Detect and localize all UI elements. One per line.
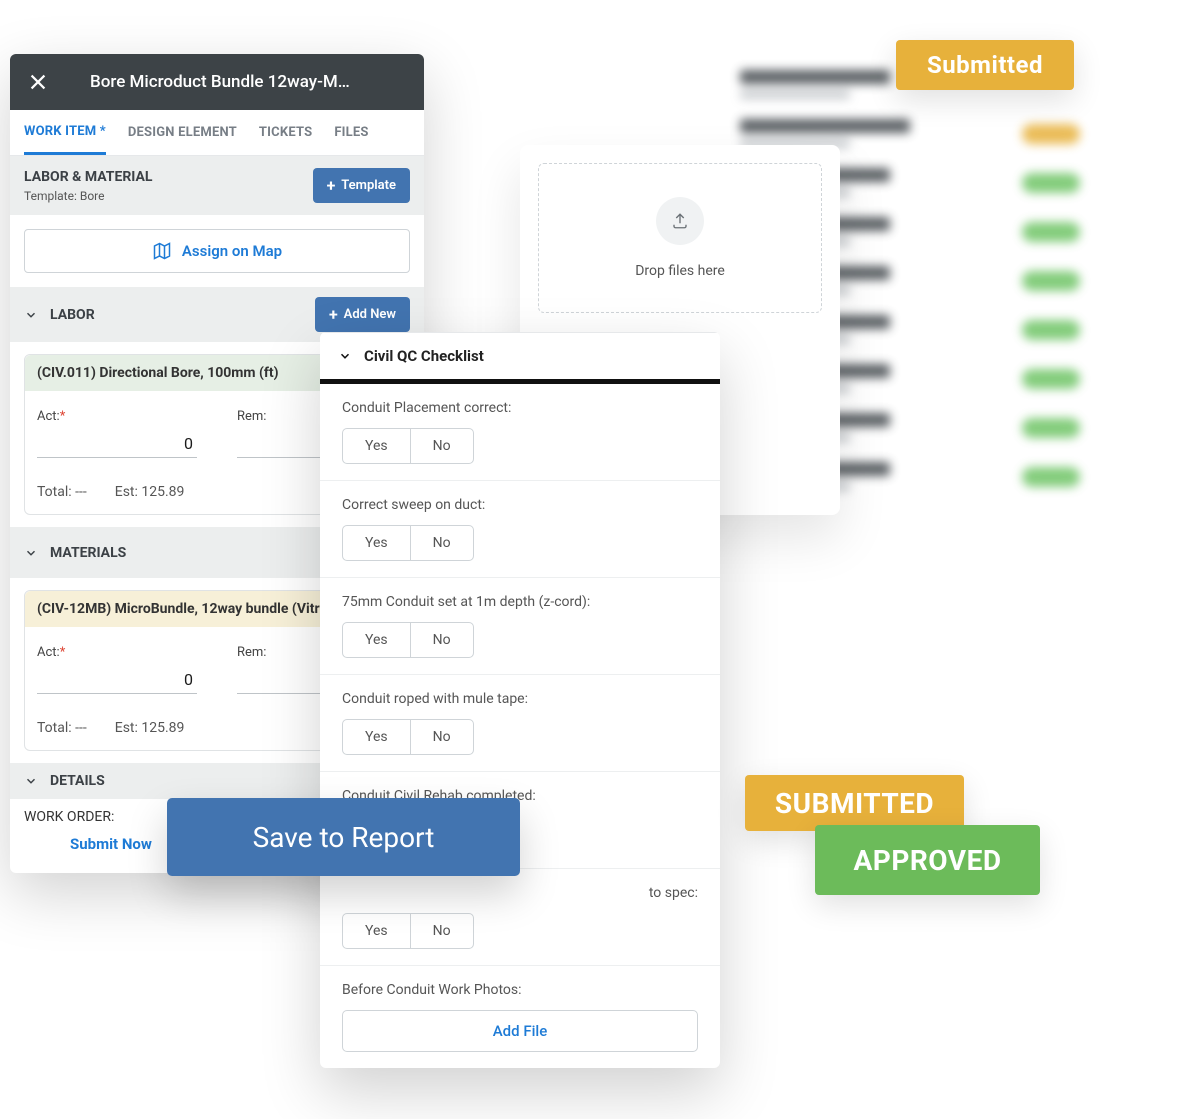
chevron-down-icon [24,774,38,788]
labor-material-bar: LABOR & MATERIAL Template: Bore + Templa… [10,156,424,215]
qc-photos-label: Before Conduit Work Photos: [342,982,698,998]
template-button[interactable]: + Template [313,168,410,203]
file-drop-zone[interactable]: Drop files here [538,163,822,313]
chevron-down-icon [338,349,352,363]
qc-checklist-panel: Civil QC Checklist Conduit Placement cor… [320,332,720,1068]
panel-title: Bore Microduct Bundle 12way-M… [90,72,350,92]
labor-est: Est: 125.89 [115,484,185,500]
tab-work-item[interactable]: WORK ITEM * [24,110,106,155]
rem-label: Rem: [237,645,266,660]
qc-question: Conduit roped with mule tape: [342,691,698,707]
labor-material-heading: LABOR & MATERIAL [24,169,153,185]
upload-icon [656,197,704,245]
qc-item: to spec: YesNo [320,869,720,966]
labor-total: Total: --- [37,484,87,500]
qc-question: 75mm Conduit set at 1m depth (z-cord): [342,594,698,610]
tab-tickets[interactable]: TICKETS [259,110,312,155]
panel-header: Bore Microduct Bundle 12way-M… [10,54,424,110]
materials-est: Est: 125.89 [115,720,185,736]
act-label: Act:* [37,409,65,424]
add-labor-button[interactable]: + Add New [315,297,410,332]
qc-item: Conduit roped with mule tape: YesNo [320,675,720,772]
badge-submitted-large: SUBMITTED [745,775,964,831]
qc-item: Correct sweep on duct: YesNo [320,481,720,578]
materials-act-input[interactable]: 0 [37,666,197,694]
plus-icon: + [329,305,338,324]
tabs: WORK ITEM * DESIGN ELEMENT TICKETS FILES [10,110,424,156]
checklist-header[interactable]: Civil QC Checklist [320,332,720,384]
act-label: Act:* [37,645,65,660]
save-to-report-button[interactable]: Save to Report [167,798,520,876]
yes-no-toggle[interactable]: YesNo [342,525,474,561]
badge-approved-large: APPROVED [815,825,1040,895]
yes-no-toggle[interactable]: YesNo [342,913,474,949]
plus-icon: + [327,176,336,195]
add-file-button[interactable]: Add File [342,1010,698,1052]
qc-question: to spec: [342,885,698,901]
labor-act-input[interactable]: 0 [37,430,197,458]
qc-item-photos: Before Conduit Work Photos: Add File [320,966,720,1068]
badge-submitted: Submitted [896,40,1074,90]
qc-question: Conduit Placement correct: [342,400,698,416]
map-icon [152,241,172,261]
yes-no-toggle[interactable]: YesNo [342,428,474,464]
qc-question: Correct sweep on duct: [342,497,698,513]
assign-on-map-button[interactable]: Assign on Map [24,229,410,273]
qc-item: 75mm Conduit set at 1m depth (z-cord): Y… [320,578,720,675]
materials-total: Total: --- [37,720,87,736]
close-icon[interactable] [26,70,50,94]
drop-zone-label: Drop files here [635,263,725,279]
yes-no-toggle[interactable]: YesNo [342,622,474,658]
tab-files[interactable]: FILES [334,110,368,155]
chevron-down-icon [24,546,38,560]
chevron-down-icon [24,308,38,322]
qc-item: Conduit Placement correct: YesNo [320,384,720,481]
yes-no-toggle[interactable]: YesNo [342,719,474,755]
tab-design-element[interactable]: DESIGN ELEMENT [128,110,237,155]
template-label: Template: Bore [24,189,153,203]
rem-label: Rem: [237,409,266,424]
